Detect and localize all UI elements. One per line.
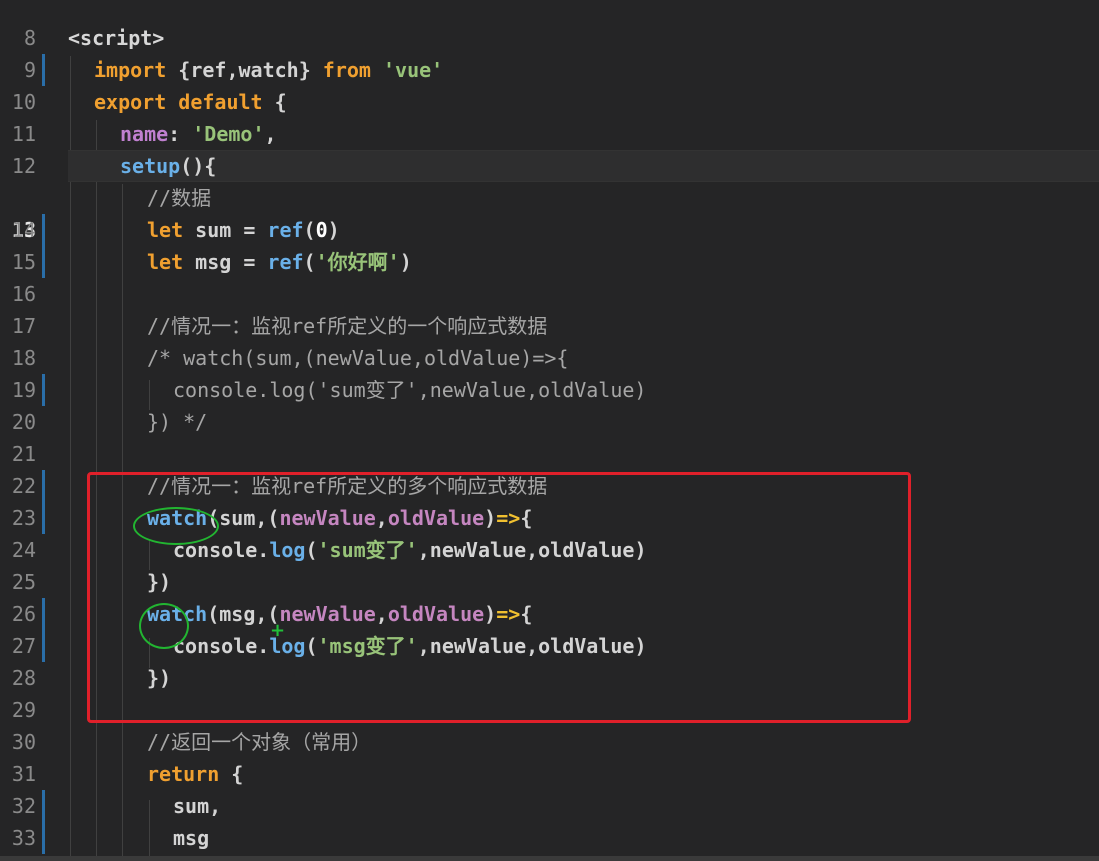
code-text: import {ref,watch} from 'vue' <box>94 58 444 82</box>
red-highlight-box <box>87 472 911 723</box>
code-line[interactable]: 20 console.log('sum变了',newValue,oldValue… <box>0 374 1099 434</box>
code-comment: }) */ <box>147 410 208 434</box>
code-comment: //返回一个对象（常用） <box>147 730 372 754</box>
code-line[interactable]: 19 /* watch(sum,(newValue,oldValue)=>{ <box>0 342 1099 402</box>
code-line[interactable]: 33 sum, <box>0 790 1099 850</box>
horizontal-scrollbar[interactable] <box>0 856 1099 861</box>
code-text: export default { <box>94 90 287 114</box>
modified-line-marker <box>42 822 45 854</box>
code-comment: //情况一：监视ref所定义的一个响应式数据 <box>147 314 548 338</box>
code-line[interactable]: 17 <box>0 278 1099 338</box>
code-line[interactable]: 9 <script> <box>0 22 1099 82</box>
modified-line-marker <box>42 374 45 406</box>
code-text: msg <box>173 826 210 850</box>
code-comment: //数据 <box>147 186 212 210</box>
code-line-current[interactable]: 13 setup(){ <box>0 150 1099 242</box>
modified-line-marker <box>42 54 45 86</box>
code-text: sum, <box>173 794 222 818</box>
code-text: setup(){ <box>120 154 217 178</box>
code-comment: console.log('sum变了',newValue,oldValue) <box>173 378 647 402</box>
code-line[interactable]: 31 //返回一个对象（常用） <box>0 726 1099 786</box>
code-line[interactable]: 22 <box>0 438 1099 498</box>
modified-line-marker <box>42 630 45 662</box>
modified-line-marker <box>42 790 45 822</box>
modified-line-marker <box>42 470 45 502</box>
code-line[interactable]: 32 return { <box>0 758 1099 818</box>
modified-line-marker <box>42 502 45 534</box>
code-text: return { <box>147 762 244 786</box>
modified-line-marker <box>42 214 45 246</box>
code-line[interactable]: 12 name: 'Demo', <box>0 118 1099 178</box>
code-text: <script> <box>68 26 165 50</box>
code-line[interactable]: 16 let msg = ref('你好啊') <box>0 246 1099 306</box>
code-comment: /* watch(sum,(newValue,oldValue)=>{ <box>147 346 569 370</box>
green-circle-annotation <box>139 603 189 649</box>
code-line[interactable]: 21 }) */ <box>0 406 1099 466</box>
code-line[interactable]: 34 msg <box>0 822 1099 861</box>
code-text: let msg = ref('你好啊') <box>147 250 412 274</box>
code-line[interactable]: 18 //情况一：监视ref所定义的一个响应式数据 <box>0 310 1099 370</box>
code-text: name: 'Demo', <box>120 122 277 146</box>
code-line[interactable]: 10 import {ref,watch} from 'vue' <box>0 54 1099 114</box>
code-text: let sum = ref(0) <box>147 218 340 242</box>
green-circle-annotation <box>133 507 219 545</box>
modified-line-marker <box>42 598 45 630</box>
current-line-highlight <box>68 150 1099 182</box>
modified-line-marker <box>42 246 45 278</box>
code-line[interactable]: 14 //数据 <box>0 182 1099 242</box>
code-line[interactable]: 15 let sum = ref(0) <box>0 214 1099 274</box>
crosshair-cursor-icon: + <box>270 620 286 641</box>
code-line[interactable]: 8 <box>0 0 1099 50</box>
code-line[interactable]: 11 export default { <box>0 86 1099 146</box>
code-editor[interactable]: 8 9 <script> 10 import {ref,watch} from … <box>0 0 1099 861</box>
